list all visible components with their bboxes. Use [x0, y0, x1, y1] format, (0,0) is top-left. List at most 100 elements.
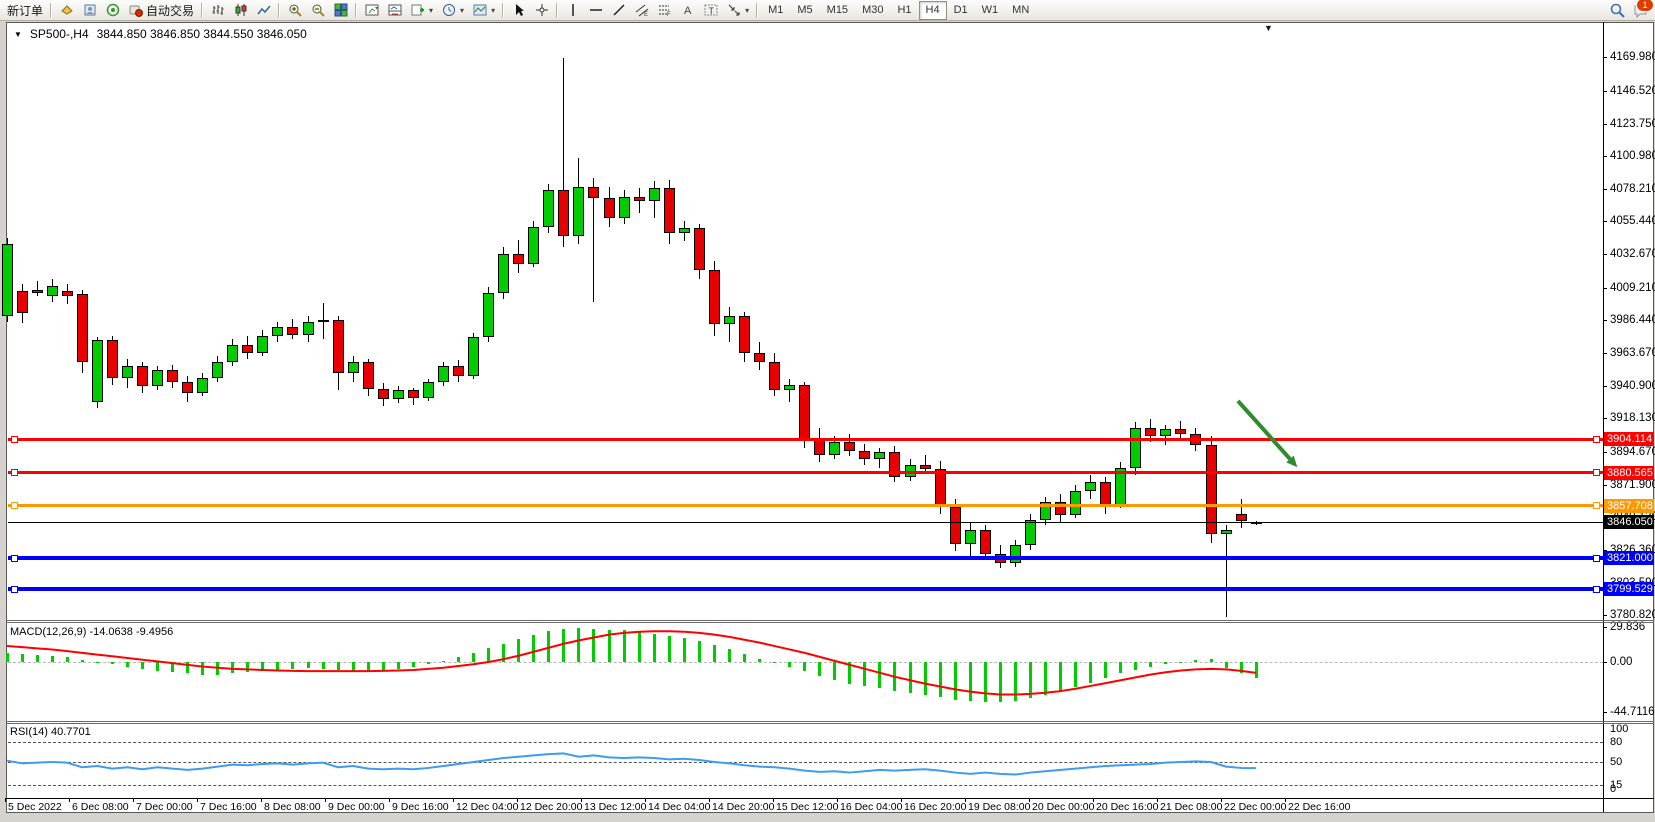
candle	[874, 452, 885, 459]
trendline-button[interactable]	[607, 1, 630, 20]
indicator-list-button[interactable]	[383, 1, 406, 20]
line-price-label[interactable]: 3799.529	[1604, 582, 1654, 596]
chevron-down-icon[interactable]: ▼	[14, 30, 22, 39]
y-axis-tick[interactable]	[1603, 91, 1607, 92]
zoom-out-button[interactable]	[306, 1, 329, 20]
search-button[interactable]	[1606, 1, 1629, 20]
new-order-button-label: 新订单	[7, 2, 43, 19]
timeframe-button-m1[interactable]: M1	[761, 1, 790, 20]
y-axis-tick[interactable]	[1603, 452, 1607, 453]
y-axis-tick[interactable]	[1603, 320, 1607, 321]
candle	[950, 507, 961, 544]
y-axis-tick[interactable]	[1603, 124, 1607, 125]
y-axis-tick[interactable]	[1603, 386, 1607, 387]
bar-chart-button[interactable]	[206, 1, 229, 20]
horizontal-line-object[interactable]	[8, 556, 1603, 560]
timeframe-button-m5[interactable]: M5	[790, 1, 819, 20]
y-axis-tick[interactable]	[1603, 221, 1607, 222]
signals-button[interactable]	[101, 1, 124, 20]
y-axis-tick[interactable]	[1603, 57, 1607, 58]
candle	[859, 451, 870, 460]
text-button[interactable]: A	[676, 1, 699, 20]
line-anchor-marker[interactable]	[1593, 586, 1600, 593]
pane-separator[interactable]	[6, 723, 1654, 724]
line-price-label[interactable]: 3880.565	[1604, 466, 1654, 480]
chevron-down-icon[interactable]: ▾	[429, 6, 433, 15]
timeframe-button-m30[interactable]: M30	[855, 1, 890, 20]
y-axis-tick[interactable]	[1603, 353, 1607, 354]
market-watch-button[interactable]	[55, 1, 78, 20]
text-label-button[interactable]: T	[699, 1, 722, 20]
timeframe-button-m15[interactable]: M15	[820, 1, 855, 20]
line-price-label[interactable]: 3904.114	[1604, 432, 1654, 446]
crosshair-button[interactable]	[530, 1, 553, 20]
timeframe-button-w1[interactable]: W1	[975, 1, 1006, 20]
macd-histogram-bar	[171, 662, 174, 672]
line-anchor-marker[interactable]	[11, 555, 18, 562]
equidistant-channel-button[interactable]: E	[630, 1, 653, 20]
line-anchor-marker[interactable]	[11, 436, 18, 443]
arrows-object-button[interactable]: ▾	[722, 1, 753, 20]
line-anchor-marker[interactable]	[1593, 502, 1600, 509]
rsi-axis-label: 50	[1610, 756, 1622, 768]
chevron-down-icon[interactable]: ▾	[460, 6, 464, 15]
horizontal-line-object[interactable]	[8, 504, 1603, 507]
chart-ohlc-values: 3844.850 3846.850 3844.550 3846.050	[97, 27, 307, 41]
line-chart-button[interactable]	[252, 1, 275, 20]
line-anchor-marker[interactable]	[1593, 469, 1600, 476]
cursor-button[interactable]	[507, 1, 530, 20]
data-window-button[interactable]	[78, 1, 101, 20]
toolbar-separator	[355, 3, 357, 18]
timeframe-button-h4[interactable]: H4	[919, 1, 947, 20]
macd-histogram-bar	[592, 629, 595, 662]
line-anchor-marker[interactable]	[1593, 436, 1600, 443]
timeframe-button-h1[interactable]: H1	[890, 1, 918, 20]
horizontal-line-object[interactable]	[8, 438, 1603, 441]
y-axis-tick[interactable]	[1603, 156, 1607, 157]
line-anchor-marker[interactable]	[11, 586, 18, 593]
timeframe-button-d1[interactable]: D1	[947, 1, 975, 20]
current-price-line	[8, 522, 1603, 523]
y-axis-tick[interactable]	[1603, 615, 1607, 616]
y-axis-tick[interactable]	[1603, 254, 1607, 255]
timeframe-button-mn[interactable]: MN	[1005, 1, 1036, 20]
fibonacci-button[interactable]: F	[653, 1, 676, 20]
x-axis-label: 22 Dec 16:00	[1288, 801, 1350, 813]
zoom-in-button[interactable]	[283, 1, 306, 20]
tile-windows-button[interactable]	[329, 1, 352, 20]
pane-separator[interactable]	[6, 721, 1654, 722]
macd-histogram-bar	[653, 634, 656, 663]
new-chart-button[interactable]: ▾	[406, 1, 437, 20]
period-menu-button[interactable]: ▾	[437, 1, 468, 20]
horizontal-line-button[interactable]	[584, 1, 607, 20]
line-price-label[interactable]: 3821.000	[1604, 551, 1654, 565]
vertical-line-button[interactable]	[561, 1, 584, 20]
book-icon	[59, 3, 74, 18]
line-anchor-marker[interactable]	[11, 469, 18, 476]
y-axis-tick[interactable]	[1603, 189, 1607, 190]
chevron-down-icon[interactable]: ▾	[745, 6, 749, 15]
indicator-window-button[interactable]	[360, 1, 383, 20]
pane-separator[interactable]	[6, 620, 1654, 621]
pane-separator[interactable]	[6, 622, 1654, 623]
y-axis-tick[interactable]	[1603, 418, 1607, 419]
candle	[528, 227, 539, 264]
horizontal-line-object[interactable]	[8, 587, 1603, 591]
new-order-button[interactable]: 新订单	[3, 1, 47, 20]
candlestick-chart-button[interactable]	[229, 1, 252, 20]
macd-histogram-bar	[999, 662, 1002, 702]
template-button[interactable]: ▾	[468, 1, 499, 20]
y-axis-tick[interactable]	[1603, 288, 1607, 289]
chart-shift-marker-icon[interactable]: ▼	[1264, 23, 1273, 33]
line-price-label[interactable]: 3857.708	[1604, 499, 1654, 513]
line-anchor-marker[interactable]	[11, 502, 18, 509]
chevron-down-icon[interactable]: ▾	[491, 6, 495, 15]
horizontal-line-object[interactable]	[8, 471, 1603, 474]
y-axis-tick[interactable]	[1603, 485, 1607, 486]
price-axis[interactable]	[1604, 23, 1655, 798]
notifications-button[interactable]: 1	[1629, 1, 1652, 20]
macd-histogram-bar	[51, 656, 54, 662]
line-anchor-marker[interactable]	[1593, 555, 1600, 562]
autotrading-button[interactable]: 自动交易	[124, 1, 198, 20]
candle-wick	[37, 281, 38, 295]
